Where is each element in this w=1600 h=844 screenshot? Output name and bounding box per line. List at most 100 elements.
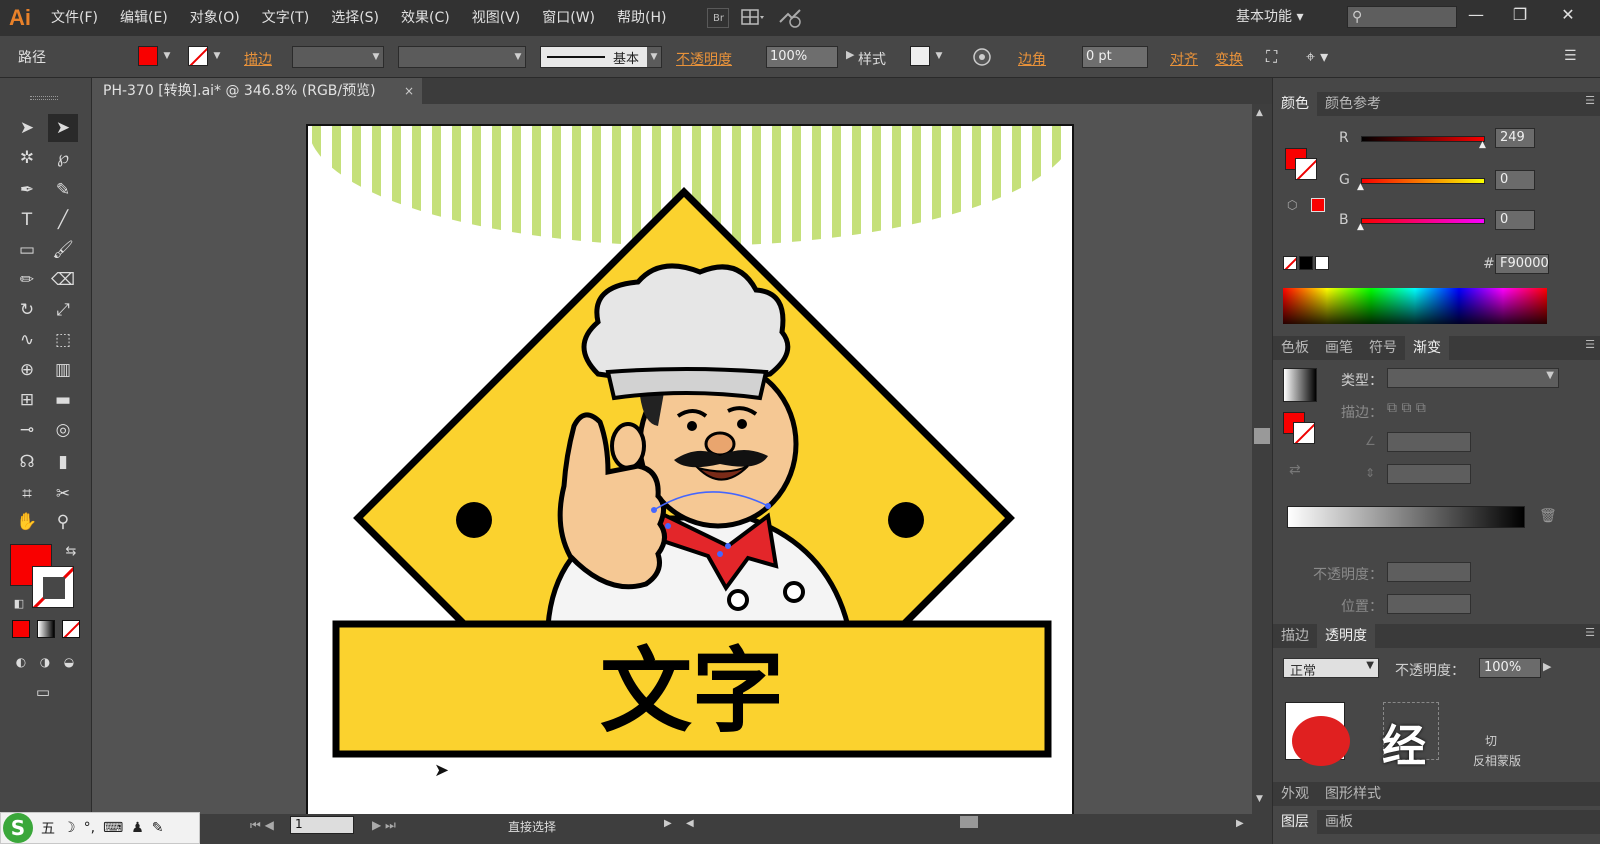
none-color-swatch[interactable] [1283,256,1297,270]
color-panel-stroke[interactable] [1295,158,1317,180]
tab-color[interactable]: 颜色 [1273,92,1317,116]
tab-color-guide[interactable]: 颜色参考 [1317,92,1389,116]
black-swatch[interactable] [1299,256,1313,270]
menu-effect[interactable]: 效果(C) [390,0,461,36]
rotate-tool-icon[interactable]: ↻ [12,296,42,324]
punctuation-icon[interactable]: °, [84,820,95,836]
r-value-field[interactable]: 249 [1495,128,1535,148]
panel-menu-icon[interactable]: ☰ [1585,94,1595,107]
gradient-aspect-field[interactable] [1387,464,1471,484]
workspace-switcher[interactable]: 基本功能 ▾ [1236,6,1303,26]
direct-selection-tool-icon[interactable]: ➤ [48,114,78,142]
gpu-performance-icon[interactable] [777,7,805,29]
panel-menu-icon[interactable]: ☰ [1585,338,1595,351]
stroke-gradient-options-icon[interactable]: ⧉ ⧉ ⧉ [1387,400,1426,416]
curvature-tool-icon[interactable]: ✎ [48,176,78,204]
document-tab[interactable]: PH-370 [转换].ai* @ 346.8% (RGB/预览) × [92,78,422,104]
stroke-dropdown-icon[interactable]: ▼ [210,46,224,66]
tab-appearance[interactable]: 外观 [1273,782,1317,806]
recolor-artwork-icon[interactable] [972,47,992,69]
zoom-tool-icon[interactable]: ⚲ [48,508,78,536]
menu-file[interactable]: 文件(F) [40,0,109,36]
screen-mode-icon[interactable]: ▭ [28,678,58,706]
tab-brushes[interactable]: 画笔 [1317,336,1361,360]
graphic-style-swatch[interactable] [910,46,930,66]
artboard[interactable]: 文字 [306,124,1074,814]
scroll-down-icon[interactable]: ▼ [1256,794,1263,804]
g-value-field[interactable]: 0 [1495,170,1535,190]
pencil-tool-icon[interactable]: ✏ [12,266,42,294]
eyedropper-tool-icon[interactable]: ⊸ [12,416,42,444]
type-tool-icon[interactable]: T [12,206,42,234]
control-panel-menu-icon[interactable]: ☰ [1564,48,1577,70]
menu-view[interactable]: 视图(V) [461,0,532,36]
free-transform-tool-icon[interactable]: ⬚ [48,326,78,354]
vertical-scrollbar[interactable]: ▲ ▼ [1252,104,1272,814]
b-slider[interactable] [1361,218,1485,224]
perspective-grid-tool-icon[interactable]: ▥ [48,356,78,384]
search-input[interactable]: ⚲ [1347,6,1457,28]
first-artboard-icon[interactable]: ⏮ ◀ [250,818,274,833]
panel-menu-icon[interactable]: ☰ [1585,626,1595,639]
menu-help[interactable]: 帮助(H) [606,0,677,36]
gradient-slider[interactable] [1287,506,1525,528]
align-link[interactable]: 对齐 [1170,49,1198,71]
rectangle-tool-icon[interactable]: ▭ [12,236,42,264]
opacity-arrow-icon[interactable]: ▶ [1543,660,1551,673]
bridge-button[interactable]: Br [707,8,730,28]
paintbrush-tool-icon[interactable]: 🖌 [48,236,78,264]
transparency-opacity-field[interactable]: 100% [1479,658,1541,678]
gradient-type-dropdown[interactable]: ▼ [1387,368,1559,388]
menu-select[interactable]: 选择(S) [320,0,390,36]
tab-gradient[interactable]: 渐变 [1405,336,1449,360]
blend-mode-dropdown[interactable]: 正常 ▼ [1283,658,1379,679]
style-dropdown-icon[interactable]: ▼ [932,46,946,66]
menu-object[interactable]: 对象(O) [179,0,251,36]
column-graph-tool-icon[interactable]: ▮ [48,448,78,476]
stroke-color-box[interactable] [32,566,74,608]
tab-symbols[interactable]: 符号 [1361,336,1405,360]
next-artboard-icon[interactable]: ▶ ⏭ [372,818,396,833]
menu-type[interactable]: 文字(T) [251,0,320,36]
close-window-button[interactable]: ✕ [1548,2,1588,28]
gradient-position-field[interactable] [1387,594,1471,614]
gradient-angle-field[interactable] [1387,432,1471,452]
stroke-link[interactable]: 描边 [244,49,272,71]
horizontal-scroll-thumb[interactable] [960,816,978,828]
toolbox-grip[interactable] [30,96,58,100]
hex-value-field[interactable]: F90000 [1495,254,1549,274]
select-similar-icon[interactable]: ⌖ ▾ [1306,47,1328,69]
opacity-link[interactable]: 不透明度 [676,49,732,71]
g-slider[interactable] [1361,178,1485,184]
shape-builder-tool-icon[interactable]: ⊕ [12,356,42,384]
variable-width-dropdown[interactable]: ▼ [398,46,526,68]
tab-transparency[interactable]: 透明度 [1317,624,1375,648]
tab-graphic-styles[interactable]: 图形样式 [1317,782,1389,806]
tab-swatches[interactable]: 色板 [1273,336,1317,360]
eraser-tool-icon[interactable]: ⌫ [48,266,78,294]
warp-tool-icon[interactable]: ∿ [12,326,42,354]
restore-button[interactable]: ❐ [1500,2,1540,28]
r-slider[interactable] [1361,136,1485,142]
delete-stop-icon[interactable]: 🗑 [1539,508,1557,524]
none-mode-button[interactable] [62,620,80,638]
fill-dropdown-icon[interactable]: ▼ [160,46,174,66]
web-safe-color-swatch[interactable] [1311,198,1325,212]
isolate-selected-icon[interactable]: ⛶ [1266,47,1277,69]
mesh-tool-icon[interactable]: ⊞ [12,386,42,414]
scroll-up-icon[interactable]: ▲ [1256,108,1263,118]
brush-definition-dropdown[interactable]: 基本 ▼ [540,46,662,68]
artboard-number-field[interactable]: 1 [290,816,354,834]
tab-artboards[interactable]: 画板 [1317,810,1361,834]
gradient-mode-button[interactable] [37,620,55,638]
gradient-tool-icon[interactable]: ▬ [48,386,78,414]
keyboard-icon[interactable]: ⌨ [103,820,123,836]
canvas-area[interactable]: 文字 ➤ [92,104,1252,814]
b-value-field[interactable]: 0 [1495,210,1535,230]
magic-wand-tool-icon[interactable]: ✲ [12,144,42,172]
skin-icon[interactable]: ♟ [131,820,144,836]
ime-logo[interactable]: S [3,813,33,843]
gradient-stroke-box[interactable] [1293,422,1315,444]
default-fill-stroke-icon[interactable]: ◧ [4,590,34,618]
opacity-field[interactable]: 100% [766,46,838,68]
